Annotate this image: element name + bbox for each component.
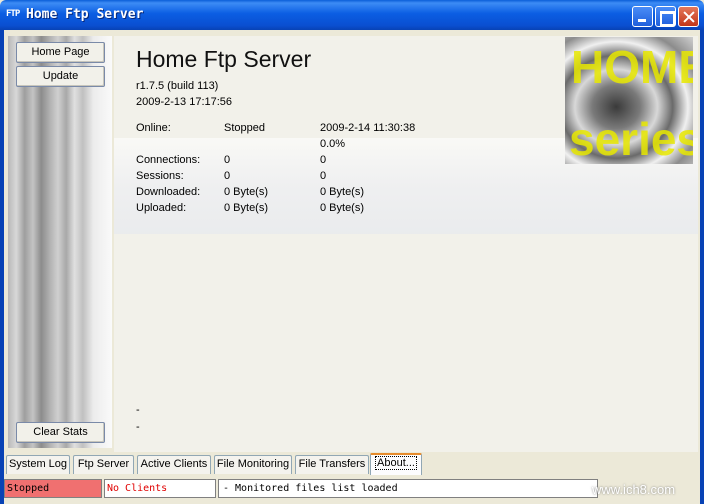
- sidebar: Home Page Update Clear Stats: [8, 36, 112, 448]
- tab-label: File Monitoring: [216, 458, 290, 470]
- status-message: - Monitored files list loaded: [218, 479, 598, 498]
- stat-value2-connections: 0: [320, 154, 327, 166]
- info-dash-1: -: [136, 404, 140, 416]
- update-button[interactable]: Update: [16, 66, 105, 87]
- logo-art: HOME series: [569, 41, 693, 164]
- tab-ftp-server[interactable]: Ftp Server: [73, 455, 134, 474]
- tab-active-clients[interactable]: Active Clients: [137, 455, 211, 474]
- window-title: Home Ftp Server: [26, 7, 144, 22]
- stat-value-sessions: 0: [224, 170, 231, 182]
- stat-value2-sessions: 0: [320, 170, 327, 182]
- tab-file-monitoring[interactable]: File Monitoring: [214, 455, 292, 474]
- tab-label: Active Clients: [140, 458, 208, 470]
- ftp-app-icon[interactable]: FTP: [6, 9, 20, 19]
- watermark: www.ich8.com: [592, 482, 676, 497]
- stat-label-downloaded: Downloaded:: [136, 186, 201, 198]
- about-panel: Home Ftp Server r1.7.5 (build 113) 2009-…: [114, 36, 698, 452]
- page-title: Home Ftp Server: [136, 46, 312, 72]
- tab-file-transfers[interactable]: File Transfers: [295, 455, 369, 474]
- maximize-button[interactable]: [655, 6, 676, 27]
- stat-value-downloaded: 0 Byte(s): [224, 186, 269, 198]
- window-frame-right: [700, 30, 704, 504]
- stat-label-connections: Connections:: [136, 154, 201, 166]
- logo-text-series: series: [569, 113, 693, 164]
- stat-value-uploaded: 0 Byte(s): [224, 202, 269, 214]
- stat-value2-uploaded: 0 Byte(s): [320, 202, 365, 214]
- stat-label-sessions: Sessions:: [136, 170, 184, 182]
- clear-stats-button[interactable]: Clear Stats: [16, 422, 105, 443]
- tab-about[interactable]: About...: [370, 453, 422, 475]
- info-dash-2: -: [136, 421, 140, 433]
- clients-status: No Clients: [104, 479, 216, 498]
- stat-value-online: Stopped: [224, 122, 265, 134]
- tab-label: Ftp Server: [77, 458, 130, 470]
- close-button[interactable]: [678, 6, 699, 27]
- stat-value2-downloaded: 0 Byte(s): [320, 186, 365, 198]
- server-state-status: Stopped: [4, 479, 102, 498]
- stat-label-uploaded: Uploaded:: [136, 202, 187, 214]
- stat-value2-percent: 0.0%: [320, 138, 346, 150]
- tab-label: About...: [375, 456, 417, 470]
- tab-label: System Log: [8, 458, 68, 470]
- stat-label-online: Online:: [136, 122, 171, 134]
- home-page-button[interactable]: Home Page: [16, 42, 105, 63]
- main-window: FTP Home Ftp Server Home Page Update Cle…: [0, 0, 704, 504]
- home-series-logo: HOME series: [565, 37, 693, 164]
- tab-label: File Transfers: [298, 458, 366, 470]
- build-date-text: 2009-2-13 17:17:56: [136, 96, 233, 108]
- minimize-button[interactable]: [632, 6, 653, 27]
- window-frame-left: [0, 30, 4, 504]
- tab-system-log[interactable]: System Log: [6, 455, 70, 474]
- tab-bar: System Log Ftp Server Active Clients Fil…: [6, 453, 698, 475]
- title-bar[interactable]: FTP Home Ftp Server: [0, 0, 704, 30]
- stat-value2-online: 2009-2-14 11:30:38: [320, 122, 416, 134]
- logo-text-home: HOME: [571, 41, 693, 93]
- version-text: r1.7.5 (build 113): [136, 80, 219, 92]
- stat-value-connections: 0: [224, 154, 231, 166]
